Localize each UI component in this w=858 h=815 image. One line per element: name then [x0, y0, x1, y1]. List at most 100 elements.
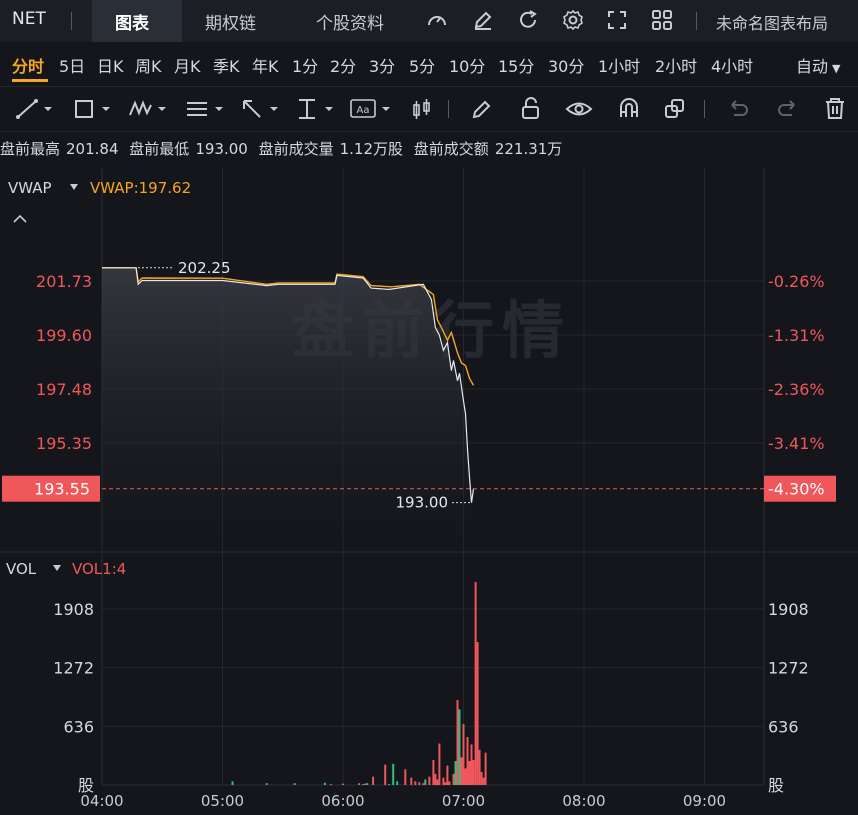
- period-15m[interactable]: 15分: [498, 53, 534, 77]
- period-week[interactable]: 周K: [135, 53, 162, 77]
- volume-bar-41: [474, 582, 477, 785]
- volume-bar-11: [384, 764, 387, 785]
- period-2m[interactable]: 2分: [330, 53, 356, 77]
- volume-bar-1: [265, 783, 268, 785]
- pre-volume-label: 盘前成交量: [258, 140, 334, 158]
- pre-low-value: 193.00: [195, 140, 248, 158]
- volume-bar-19: [422, 783, 425, 785]
- volume-bar-22: [432, 760, 435, 785]
- gear-icon[interactable]: [560, 8, 586, 34]
- auto-scale-label: 自动: [796, 57, 829, 76]
- volume-bar-45: [482, 777, 485, 785]
- volume-bar-14: [396, 781, 399, 785]
- measure-tool-icon[interactable]: [295, 95, 339, 123]
- drawing-toolbar: Aa: [0, 87, 858, 132]
- line-tool-icon[interactable]: [14, 95, 54, 123]
- period-fenshi[interactable]: 分时: [12, 53, 44, 77]
- fib-tool-icon[interactable]: [185, 95, 229, 123]
- vol-indicator-name[interactable]: VOL: [6, 560, 37, 578]
- vol-tick-left-0: 1908: [53, 600, 94, 619]
- period-4h[interactable]: 4小时: [711, 53, 753, 77]
- min-price-label: 193.00: [396, 494, 449, 512]
- volume-bar-44: [480, 772, 483, 785]
- y-tick-right-1: -1.31%: [768, 326, 825, 345]
- vol-tick-left-2: 636: [63, 717, 94, 736]
- volume-bar-6: [358, 783, 361, 785]
- x-tick-label-5: 09:00: [683, 792, 726, 810]
- volume-bar-20: [424, 779, 427, 785]
- y-tick-right-2: -2.36%: [768, 380, 825, 399]
- volume-bar-7: [362, 784, 365, 786]
- pre-amount-label: 盘前成交额: [413, 140, 489, 158]
- volume-bar-26: [442, 777, 445, 785]
- volume-bar-25: [438, 743, 441, 785]
- redo-icon[interactable]: [774, 95, 800, 123]
- y-tick-right-0: -0.26%: [768, 272, 825, 291]
- edit-icon[interactable]: [470, 8, 496, 34]
- layout-name[interactable]: 未命名图表布局: [716, 10, 828, 34]
- vol-tick-right-0: 1908: [768, 600, 809, 619]
- volume-bar-39: [470, 744, 473, 785]
- layers-icon[interactable]: [662, 95, 688, 123]
- tab-options-chain[interactable]: 期权链: [205, 9, 256, 34]
- text-tool-label: Aa: [357, 105, 370, 116]
- volume-bar-36: [464, 768, 467, 785]
- period-1m[interactable]: 1分: [292, 53, 318, 77]
- premarket-summary: 盘前最高 201.84 盘前最低 193.00 盘前成交量 1.12万股 盘前成交额 2…: [0, 138, 568, 159]
- active-period-underline: [12, 79, 48, 82]
- refresh-icon[interactable]: [515, 8, 541, 34]
- y-tick-left-1: 199.60: [36, 326, 92, 345]
- volume-bar-12: [388, 784, 391, 786]
- fullscreen-icon[interactable]: [604, 8, 630, 34]
- volume-bar-42: [476, 642, 479, 785]
- pen-icon[interactable]: [469, 95, 495, 123]
- magnet-icon[interactable]: [616, 95, 642, 123]
- period-day[interactable]: 日K: [97, 53, 124, 77]
- period-month[interactable]: 月K: [174, 53, 201, 77]
- trash-icon[interactable]: [822, 95, 848, 123]
- period-5d[interactable]: 5日: [59, 53, 85, 77]
- tab-company-profile[interactable]: 个股资料: [316, 9, 384, 34]
- grid-icon[interactable]: [649, 8, 675, 34]
- x-tick-label-1: 05:00: [201, 792, 244, 810]
- volume-bar-23: [434, 773, 437, 785]
- candle-tool-icon[interactable]: [410, 95, 434, 123]
- undo-icon[interactable]: [726, 95, 752, 123]
- auto-scale-dropdown[interactable]: 自动 ▼: [796, 53, 840, 77]
- arrow-tool-icon[interactable]: [240, 95, 284, 123]
- header-divider-2: [696, 12, 697, 30]
- y-tick-left-0: 201.73: [36, 272, 92, 291]
- pre-amount-value: 221.31万: [494, 140, 563, 158]
- eye-icon[interactable]: [565, 95, 593, 123]
- ticker-symbol[interactable]: NET: [12, 9, 46, 29]
- collapse-chevron-icon[interactable]: [13, 214, 27, 223]
- volume-bar-29: [448, 781, 451, 785]
- period-2h[interactable]: 2小时: [655, 53, 697, 77]
- text-tool-icon[interactable]: Aa: [350, 95, 396, 123]
- period-1h[interactable]: 1小时: [598, 53, 640, 77]
- volume-bar-46: [484, 752, 487, 785]
- gauge-icon[interactable]: [424, 8, 450, 34]
- volume-bar-43: [478, 749, 481, 785]
- volume-bar-17: [414, 781, 417, 785]
- period-year[interactable]: 年K: [252, 53, 279, 77]
- pattern-tool-icon[interactable]: [128, 95, 172, 123]
- vwap-indicator-name[interactable]: VWAP: [8, 179, 52, 197]
- volume-bar-30: [452, 773, 455, 785]
- lock-icon[interactable]: [518, 95, 544, 123]
- chevron-down-icon[interactable]: [70, 184, 78, 190]
- chevron-down-icon[interactable]: [53, 565, 61, 571]
- volume-bar-33: [458, 709, 461, 785]
- period-5m[interactable]: 5分: [409, 53, 435, 77]
- volume-bar-18: [418, 782, 421, 785]
- y-tick-left-2: 197.48: [36, 380, 92, 399]
- rect-tool-icon[interactable]: [72, 95, 116, 123]
- top-header: NET 图表 期权链 个股资料 未命名图表布局: [0, 0, 858, 42]
- chart-area[interactable]: 盘前行情 04:0005:0006:0007:0008:0009:00201.7…: [0, 168, 858, 815]
- period-30m[interactable]: 30分: [548, 53, 584, 77]
- tab-chart[interactable]: 图表: [115, 9, 149, 34]
- period-3m[interactable]: 3分: [369, 53, 395, 77]
- period-quarter[interactable]: 季K: [213, 53, 240, 77]
- period-10m[interactable]: 10分: [449, 53, 485, 77]
- pre-volume-value: 1.12万股: [339, 140, 404, 158]
